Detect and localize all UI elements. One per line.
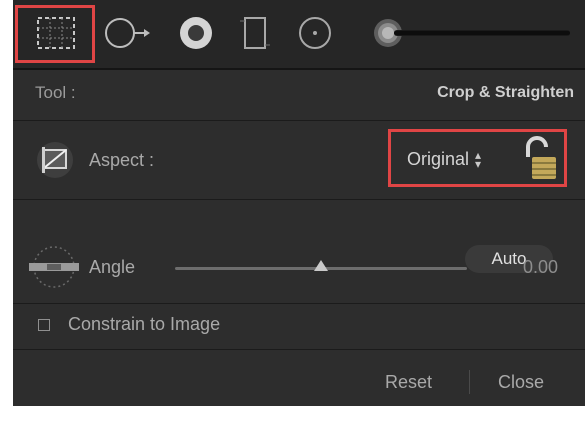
- crop-panel: Tool : Crop & Straighten Aspect : Origin…: [13, 0, 585, 406]
- footer-divider: [469, 370, 470, 394]
- angle-value[interactable]: 0.00: [523, 257, 558, 278]
- graduated-filter-tool-button[interactable]: [235, 8, 275, 58]
- graduated-filter-icon: [240, 17, 270, 49]
- circle-arrow-icon: [105, 18, 150, 48]
- aspect-crop-icon: [35, 140, 75, 180]
- eye-icon: [180, 17, 212, 49]
- divider: [13, 303, 585, 304]
- brush-icon: [374, 19, 570, 47]
- radial-filter-tool-button[interactable]: [290, 8, 340, 58]
- tool-value: Crop & Straighten: [437, 84, 574, 101]
- straighten-level-icon[interactable]: [27, 244, 81, 290]
- close-button[interactable]: Close: [498, 372, 544, 393]
- reset-button[interactable]: Reset: [385, 372, 432, 393]
- constrain-checkbox[interactable]: [38, 319, 50, 331]
- tool-label: Tool :: [35, 83, 76, 102]
- spot-removal-tool-button[interactable]: [98, 8, 162, 58]
- divider: [13, 120, 585, 121]
- angle-label: Angle: [89, 257, 136, 277]
- aspect-highlight: [388, 129, 567, 187]
- divider: [13, 349, 585, 350]
- crop-tool-highlight: [15, 5, 95, 63]
- red-eye-tool-button[interactable]: [171, 8, 221, 58]
- radial-filter-icon: [299, 17, 331, 49]
- tool-strip: [13, 0, 585, 70]
- angle-slider-thumb[interactable]: [314, 260, 328, 271]
- adjustment-brush-tool-button[interactable]: [358, 8, 578, 58]
- constrain-label[interactable]: Constrain to Image: [68, 314, 220, 335]
- divider: [13, 199, 585, 200]
- aspect-label: Aspect :: [89, 150, 155, 170]
